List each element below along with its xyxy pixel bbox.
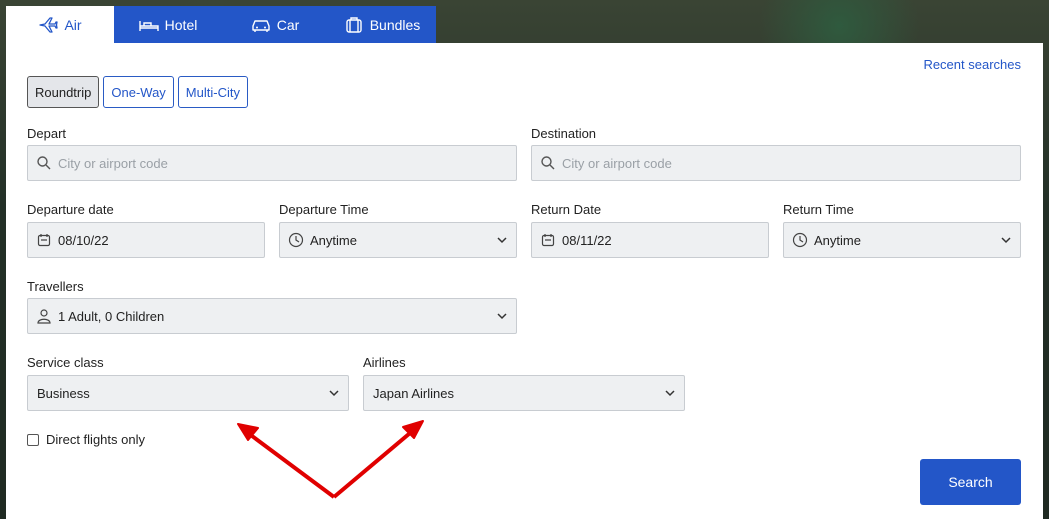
chevron-down-icon [1000,234,1012,246]
departure-time-label: Departure Time [279,202,369,217]
product-tabs: Air Hotel Car Bundles [6,6,436,43]
clock-icon [288,232,304,248]
calendar-icon [540,232,556,248]
departure-date-value: 08/10/22 [58,232,109,248]
departure-time-value: Anytime [310,232,357,248]
direct-flights-option[interactable]: Direct flights only [27,432,145,447]
clock-icon [792,232,808,248]
return-date-label: Return Date [531,202,602,217]
depart-input[interactable]: City or airport code [27,145,517,181]
recent-searches-link[interactable]: Recent searches [923,57,1021,72]
chevron-down-icon [496,234,508,246]
airlines-label: Airlines [363,355,406,370]
service-class-label: Service class [27,355,104,370]
destination-label: Destination [531,126,597,141]
departure-date-label: Departure date [27,202,114,217]
tab-bundles[interactable]: Bundles [328,6,436,43]
tab-car[interactable]: Car [222,6,328,43]
person-icon [36,308,52,324]
trip-type-selector: Roundtrip One-Way Multi-City [27,76,248,108]
direct-flights-label: Direct flights only [46,432,145,447]
tab-air-label: Air [64,16,82,33]
departure-time-select[interactable]: Anytime [279,222,517,258]
travellers-value: 1 Adult, 0 Children [58,308,165,324]
tab-hotel[interactable]: Hotel [114,6,222,43]
suitcase-icon [344,16,364,34]
depart-placeholder: City or airport code [58,155,168,171]
destination-input[interactable]: City or airport code [531,145,1021,181]
multi-city-button[interactable]: Multi-City [177,76,248,108]
search-button[interactable]: Search [920,459,1021,505]
return-date-value: 08/11/22 [562,232,612,248]
service-class-value: Business [37,385,90,401]
tab-hotel-label: Hotel [164,16,198,33]
car-icon [251,16,271,34]
flight-search-panel: Recent searches Roundtrip One-Way Multi-… [6,43,1043,519]
departure-date-input[interactable]: 08/10/22 [27,222,265,258]
bed-icon [138,16,159,34]
annotation-arrows [237,420,424,499]
roundtrip-button[interactable]: Roundtrip [27,76,100,108]
plane-icon [38,16,59,34]
chevron-down-icon [664,387,676,399]
chevron-down-icon [328,387,340,399]
destination-placeholder: City or airport code [562,155,672,171]
return-time-value: Anytime [814,232,861,248]
return-time-label: Return Time [783,202,854,217]
travellers-label: Travellers [27,279,84,294]
service-class-select[interactable]: Business [27,375,349,411]
search-icon [540,155,556,171]
airlines-select[interactable]: Japan Airlines [363,375,685,411]
arrow-to-airlines [332,426,418,499]
tab-car-label: Car [276,16,300,33]
direct-flights-checkbox[interactable] [27,433,39,446]
return-time-select[interactable]: Anytime [783,222,1021,258]
calendar-icon [36,232,52,248]
tab-bundles-label: Bundles [369,16,421,33]
depart-label: Depart [27,126,67,141]
airlines-value: Japan Airlines [373,385,454,401]
return-date-input[interactable]: 08/11/22 [531,222,769,258]
travellers-select[interactable]: 1 Adult, 0 Children [27,298,517,334]
chevron-down-icon [496,310,508,322]
arrow-to-service-class [242,428,336,499]
search-icon [36,155,52,171]
one-way-button[interactable]: One-Way [103,76,174,108]
tab-air[interactable]: Air [6,6,114,43]
